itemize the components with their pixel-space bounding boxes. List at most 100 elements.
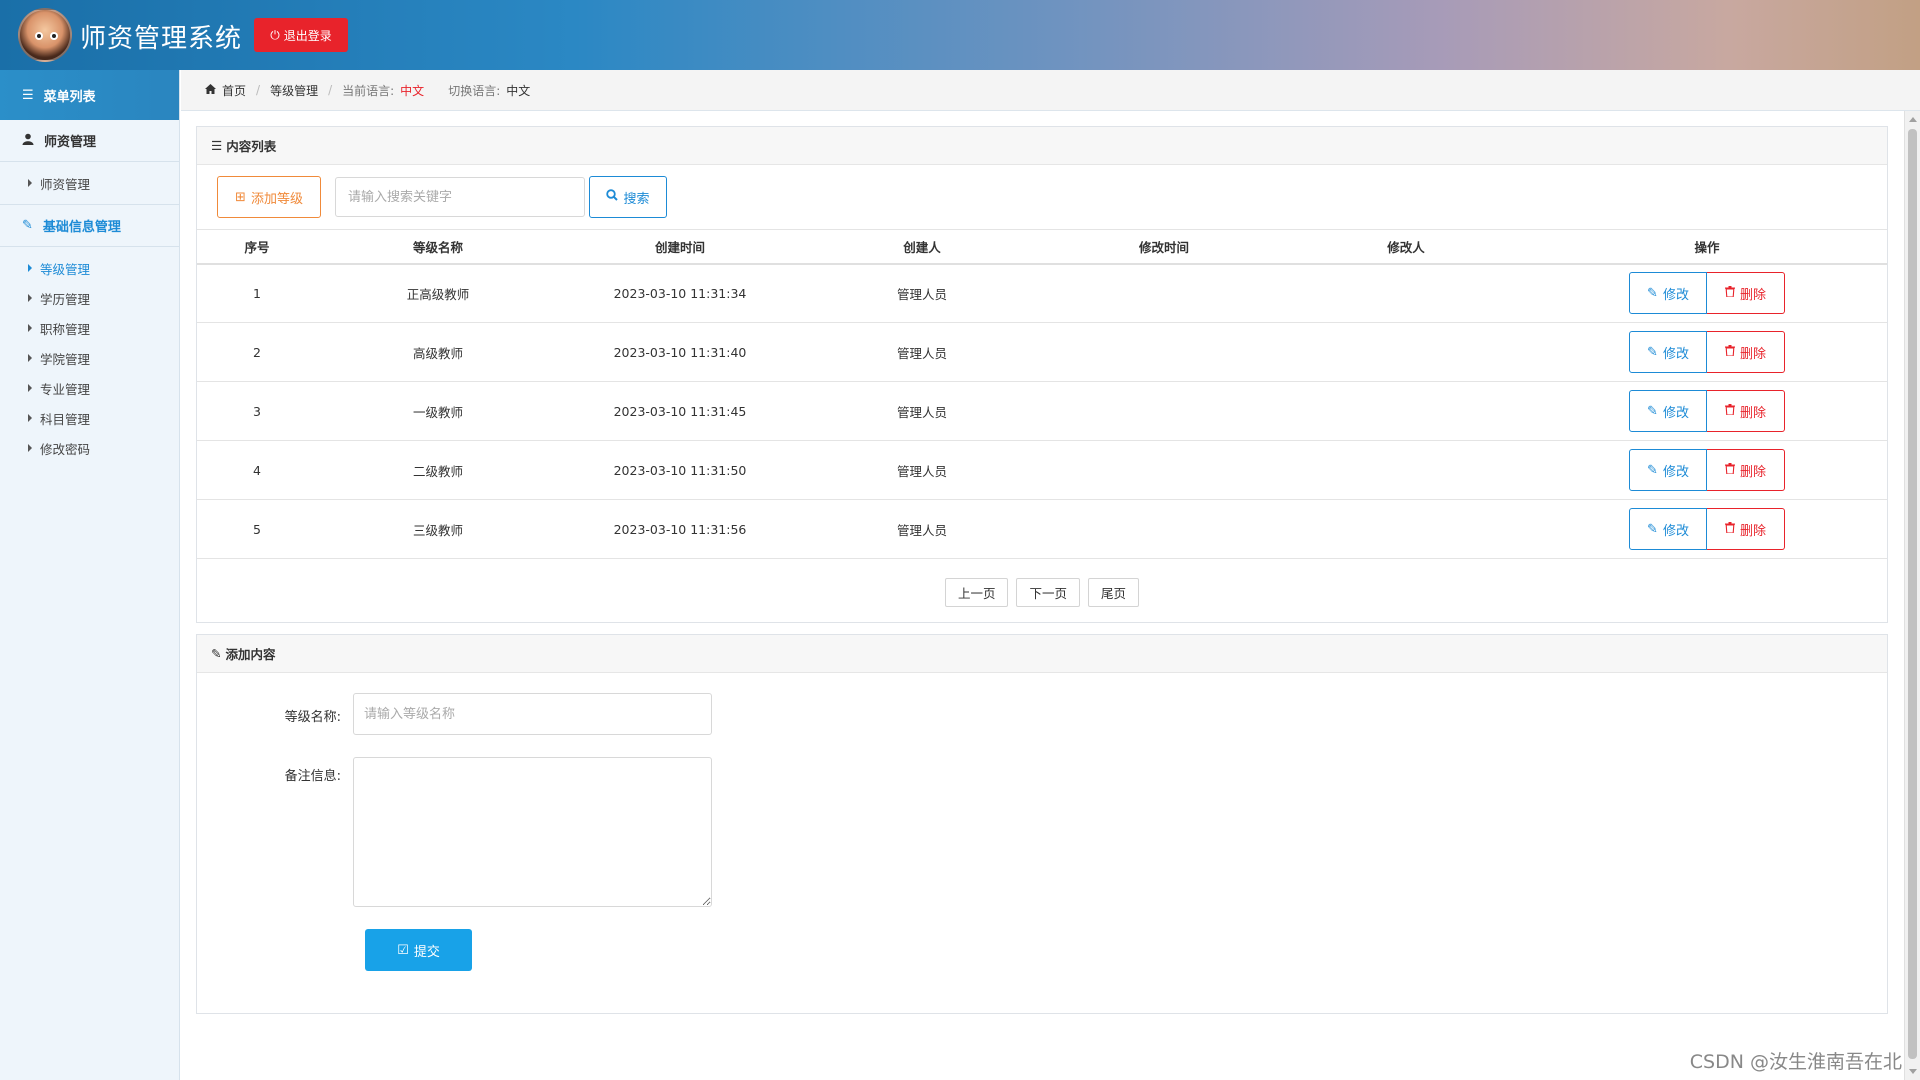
- sidebar-group-label: 师资管理: [44, 135, 97, 150]
- table-cell-id: 3: [197, 381, 317, 441]
- prev-page-button[interactable]: 上一页: [944, 577, 1009, 607]
- edit-button[interactable]: ✎ 修改: [1629, 449, 1707, 491]
- table-cell-ops: ✎ 修改 删除: [1527, 499, 1887, 559]
- panel-title: 内容列表: [226, 139, 277, 154]
- sidebar-sublist-teacher: 师资管理: [0, 162, 179, 205]
- current-language-value: 中文: [400, 83, 425, 98]
- sidebar-item-college[interactable]: 学院管理: [0, 343, 179, 373]
- edit-icon: ✎: [1647, 285, 1658, 301]
- sidebar-item-label: 科目管理: [40, 411, 91, 427]
- submit-button[interactable]: ☑ 提交: [365, 929, 472, 971]
- table-cell-creator: 管理人员: [801, 381, 1043, 441]
- table-cell-modifier: [1285, 322, 1527, 382]
- search-input[interactable]: [335, 177, 585, 217]
- caret-right-icon: [28, 384, 32, 392]
- add-content-panel: ✎ 添加内容 等级名称: 备注信息: ☑ 提交: [196, 634, 1888, 1014]
- search-button[interactable]: 搜索: [589, 176, 667, 218]
- content-list-header: ☰ 内容列表: [197, 127, 1887, 165]
- next-page-button[interactable]: 下一页: [1016, 577, 1080, 607]
- table-cell-id: 5: [197, 499, 317, 559]
- row-actions: ✎ 修改 删除: [1629, 331, 1785, 373]
- scroll-up-icon[interactable]: [1909, 117, 1917, 122]
- trash-icon: [1724, 285, 1735, 301]
- level-name-label: 等级名称:: [284, 710, 341, 725]
- logout-button[interactable]: ⏻ 退出登录: [254, 18, 348, 52]
- breadcrumb-separator: /: [256, 83, 261, 97]
- level-name-input[interactable]: [353, 693, 712, 735]
- edit-icon: ✎: [22, 218, 33, 233]
- add-content-header: ✎ 添加内容: [197, 635, 1887, 673]
- power-icon: ⏻: [270, 27, 280, 42]
- edit-button[interactable]: ✎ 修改: [1629, 331, 1707, 373]
- check-square-icon: ☑: [397, 942, 409, 958]
- edit-button[interactable]: ✎ 修改: [1629, 390, 1707, 432]
- sidebar-item-major[interactable]: 专业管理: [0, 373, 179, 403]
- table-cell-creator: 管理人员: [801, 440, 1043, 500]
- column-header: 修改人: [1285, 229, 1527, 265]
- delete-button[interactable]: 删除: [1707, 508, 1785, 550]
- delete-button[interactable]: 删除: [1707, 331, 1785, 373]
- menu-title: 菜单列表: [43, 89, 96, 105]
- sidebar-group-basic-info[interactable]: ✎ 基础信息管理: [0, 205, 179, 247]
- edit-icon: ✎: [1647, 462, 1658, 478]
- sidebar-group-teacher[interactable]: 师资管理: [0, 120, 179, 162]
- edit-button[interactable]: ✎ 修改: [1629, 272, 1707, 315]
- delete-label: 删除: [1739, 287, 1766, 303]
- sidebar-item-password[interactable]: 修改密码: [0, 433, 179, 463]
- sidebar-item-level[interactable]: 等级管理: [0, 253, 179, 283]
- search-label: 搜索: [623, 191, 650, 207]
- table-cell-creator: 管理人员: [801, 322, 1043, 382]
- table-cell-created: 2023-03-10 11:31:50: [559, 440, 801, 500]
- logout-label: 退出登录: [283, 28, 332, 43]
- table-cell-id: 4: [197, 440, 317, 500]
- trash-icon: [1724, 521, 1735, 537]
- edit-icon: ✎: [1647, 403, 1658, 419]
- edit-label: 修改: [1662, 405, 1689, 421]
- app-logo: [18, 8, 72, 62]
- table-cell-name: 三级教师: [317, 499, 559, 559]
- table-cell-modified: [1043, 322, 1285, 382]
- sidebar-item-teacher[interactable]: 师资管理: [0, 168, 179, 198]
- home-icon: [205, 83, 216, 97]
- sidebar-item-title[interactable]: 职称管理: [0, 313, 179, 343]
- scroll-thumb[interactable]: [1908, 129, 1917, 1059]
- delete-button[interactable]: 删除: [1707, 272, 1785, 315]
- submit-label: 提交: [413, 944, 440, 960]
- delete-button[interactable]: 删除: [1707, 449, 1785, 491]
- breadcrumb-home[interactable]: 首页: [222, 82, 246, 99]
- table-cell-created: 2023-03-10 11:31:56: [559, 499, 801, 559]
- switch-language-option[interactable]: 中文: [506, 82, 530, 99]
- edit-button[interactable]: ✎ 修改: [1629, 508, 1707, 550]
- scroll-down-icon[interactable]: [1909, 1069, 1917, 1074]
- table-cell-ops: ✎ 修改 删除: [1527, 381, 1887, 441]
- table-cell-created: 2023-03-10 11:31:45: [559, 381, 801, 441]
- delete-label: 删除: [1739, 464, 1766, 480]
- row-actions: ✎ 修改 删除: [1629, 390, 1785, 432]
- table-cell-modified: [1043, 499, 1285, 559]
- add-level-button[interactable]: ⊞ 添加等级: [217, 176, 321, 218]
- table-body: 1 正高级教师 2023-03-10 11:31:34 管理人员 ✎ 修改 删除 2 高级教师 2…: [197, 263, 1887, 559]
- user-icon: [22, 133, 34, 149]
- sidebar-item-subject[interactable]: 科目管理: [0, 403, 179, 433]
- trash-icon: [1724, 462, 1735, 478]
- note-label: 备注信息:: [284, 769, 341, 784]
- table-cell-modifier: [1285, 499, 1527, 559]
- plus-square-icon: ⊞: [235, 189, 246, 205]
- sidebar-item-education[interactable]: 学历管理: [0, 283, 179, 313]
- table-cell-modified: [1043, 381, 1285, 441]
- page-scrollbar[interactable]: [1904, 111, 1920, 1080]
- caret-right-icon: [28, 444, 32, 452]
- column-header: 序号: [197, 229, 317, 265]
- switch-language-label: 切换语言:: [448, 83, 501, 98]
- note-textarea[interactable]: [353, 757, 712, 907]
- table-cell-ops: ✎ 修改 删除: [1527, 322, 1887, 382]
- row-actions: ✎ 修改 删除: [1629, 272, 1785, 315]
- column-header: 创建时间: [559, 229, 801, 265]
- delete-label: 删除: [1739, 346, 1766, 362]
- caret-right-icon: [28, 294, 32, 302]
- last-page-button[interactable]: 尾页: [1088, 577, 1140, 607]
- sidebar: ☰ 菜单列表 师资管理 师资管理 ✎ 基础信息管理 等级管理 学历管理 职称管理…: [0, 70, 180, 1080]
- table-row: 4 二级教师 2023-03-10 11:31:50 管理人员 ✎ 修改 删除: [197, 440, 1887, 500]
- table-cell-created: 2023-03-10 11:31:40: [559, 322, 801, 382]
- delete-button[interactable]: 删除: [1707, 390, 1785, 432]
